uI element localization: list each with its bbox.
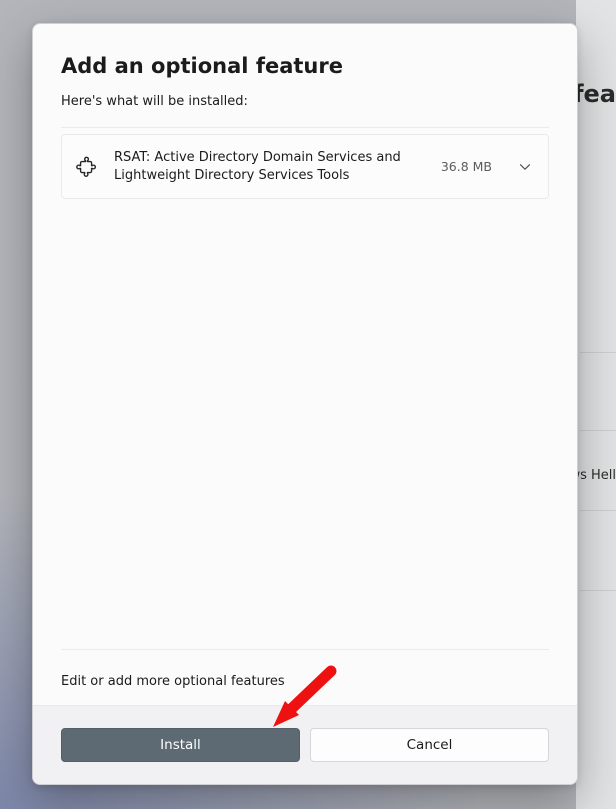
background-heading-fragment: fea bbox=[573, 80, 616, 108]
feature-item[interactable]: RSAT: Active Directory Domain Services a… bbox=[61, 134, 549, 199]
dialog-subtitle: Here's what will be installed: bbox=[61, 94, 549, 109]
background-divider bbox=[580, 510, 616, 511]
edit-row: Edit or add more optional features bbox=[61, 649, 549, 705]
dialog-button-bar: Install Cancel bbox=[33, 705, 577, 784]
add-optional-feature-dialog: Add an optional feature Here's what will… bbox=[32, 23, 578, 785]
background-divider bbox=[580, 590, 616, 591]
cancel-button[interactable]: Cancel bbox=[310, 728, 549, 762]
feature-name: RSAT: Active Directory Domain Services a… bbox=[114, 149, 425, 184]
dialog-title: Add an optional feature bbox=[61, 54, 549, 78]
background-divider bbox=[580, 352, 616, 353]
feature-size: 36.8 MB bbox=[441, 159, 492, 174]
feature-list: RSAT: Active Directory Domain Services a… bbox=[61, 127, 549, 649]
background-panel: fea ws Hell bbox=[576, 0, 616, 809]
dialog-body: Add an optional feature Here's what will… bbox=[33, 24, 577, 705]
edit-or-add-more-link[interactable]: Edit or add more optional features bbox=[61, 674, 285, 689]
puzzle-icon bbox=[76, 156, 98, 178]
install-button[interactable]: Install bbox=[61, 728, 300, 762]
background-divider bbox=[580, 430, 616, 431]
chevron-down-icon[interactable] bbox=[516, 158, 534, 176]
